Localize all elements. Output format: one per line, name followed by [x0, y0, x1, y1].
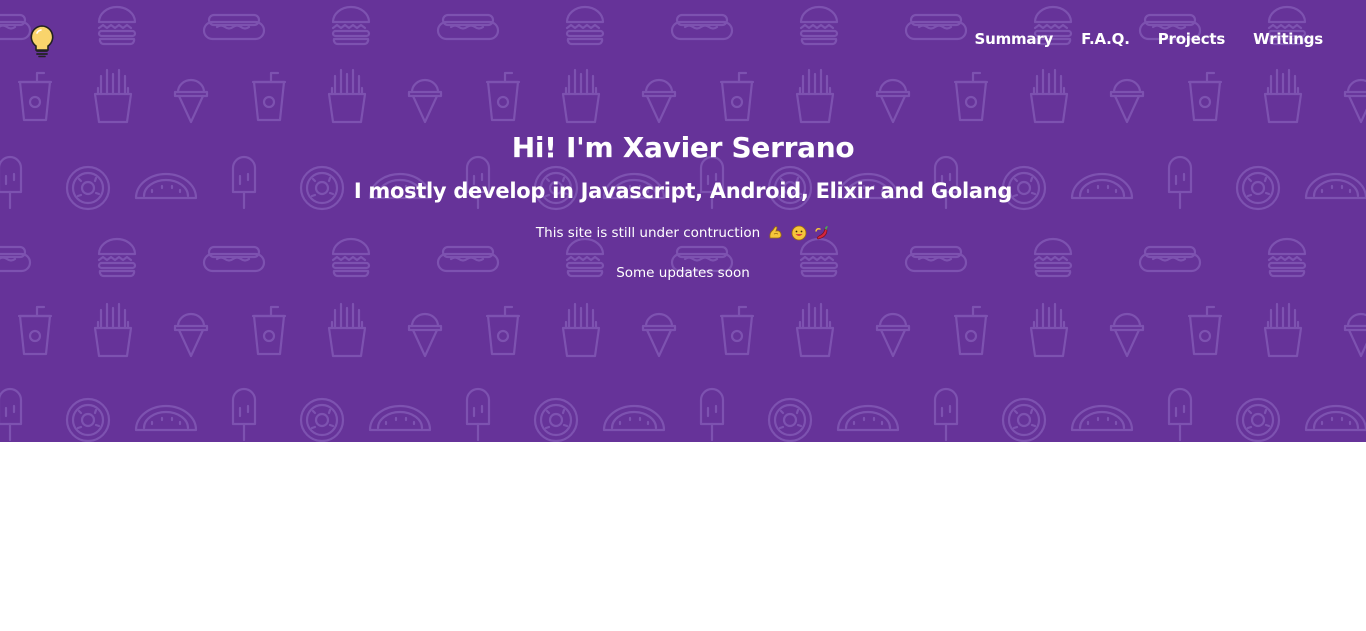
fries-icon: [795, 302, 835, 358]
construction-notice-text: This site is still under contruction: [535, 225, 761, 241]
flexed-biceps-icon: [769, 226, 783, 239]
ice-cream-cone-icon: [407, 78, 443, 124]
fries-icon: [561, 302, 601, 358]
popsicle-icon: [465, 387, 491, 442]
ice-cream-cone-icon: [875, 78, 911, 124]
nav-link-faq[interactable]: F.A.Q.: [1081, 30, 1130, 48]
soda-cup-icon: [953, 71, 989, 122]
popsicle-icon: [1167, 387, 1193, 442]
donut-icon: [1001, 397, 1047, 442]
nav-link-summary[interactable]: Summary: [974, 30, 1053, 48]
donut-icon: [65, 397, 111, 442]
soda-cup-icon: [719, 305, 755, 356]
fries-icon: [1263, 302, 1303, 358]
soda-cup-icon: [17, 305, 53, 356]
soda-cup-icon: [1187, 305, 1223, 356]
ice-cream-cone-icon: [641, 78, 677, 124]
popsicle-icon: [0, 387, 23, 442]
taco-icon: [134, 404, 198, 432]
donut-icon: [767, 397, 813, 442]
soda-cup-icon: [953, 305, 989, 356]
soda-cup-icon: [485, 71, 521, 122]
hot-pepper-icon: [815, 226, 829, 240]
popsicle-icon: [699, 387, 725, 442]
page-subtitle: I mostly develop in Javascript, Android,…: [353, 179, 1013, 203]
donut-icon: [533, 397, 579, 442]
ice-cream-cone-icon: [173, 312, 209, 358]
ice-cream-cone-icon: [641, 312, 677, 358]
page-title: Hi! I'm Xavier Serrano: [511, 131, 855, 164]
main-nav: Summary F.A.Q. Projects Writings: [974, 30, 1323, 48]
popsicle-icon: [933, 387, 959, 442]
soda-cup-icon: [485, 305, 521, 356]
soda-cup-icon: [17, 71, 53, 122]
top-navbar: Summary F.A.Q. Projects Writings: [0, 0, 1366, 80]
ice-cream-cone-icon: [1343, 78, 1366, 124]
taco-icon: [836, 404, 900, 432]
soda-cup-icon: [719, 71, 755, 122]
grinning-face-icon: [791, 225, 807, 241]
popsicle-icon: [231, 387, 257, 442]
ice-cream-cone-icon: [407, 312, 443, 358]
nav-link-writings[interactable]: Writings: [1253, 30, 1323, 48]
fries-icon: [93, 302, 133, 358]
soda-cup-icon: [251, 305, 287, 356]
taco-icon: [1070, 404, 1134, 432]
updates-notice: Some updates soon: [616, 265, 750, 281]
ice-cream-cone-icon: [875, 312, 911, 358]
taco-icon: [602, 404, 666, 432]
donut-icon: [299, 397, 345, 442]
hero-banner: Summary F.A.Q. Projects Writings Hi! I'm…: [0, 0, 1366, 442]
donut-icon: [1235, 397, 1281, 442]
soda-cup-icon: [1187, 71, 1223, 122]
construction-notice: This site is still under contruction: [0, 222, 1366, 244]
taco-icon: [1304, 404, 1366, 432]
ice-cream-cone-icon: [1109, 312, 1145, 358]
ice-cream-cone-icon: [173, 78, 209, 124]
fries-icon: [327, 302, 367, 358]
ice-cream-cone-icon: [1109, 78, 1145, 124]
fries-icon: [1029, 302, 1069, 358]
lightbulb-icon[interactable]: [28, 24, 56, 58]
hero-content: Hi! I'm Xavier Serrano I mostly develop …: [0, 128, 1366, 284]
soda-cup-icon: [251, 71, 287, 122]
ice-cream-cone-icon: [1343, 312, 1366, 358]
nav-link-projects[interactable]: Projects: [1158, 30, 1226, 48]
taco-icon: [368, 404, 432, 432]
